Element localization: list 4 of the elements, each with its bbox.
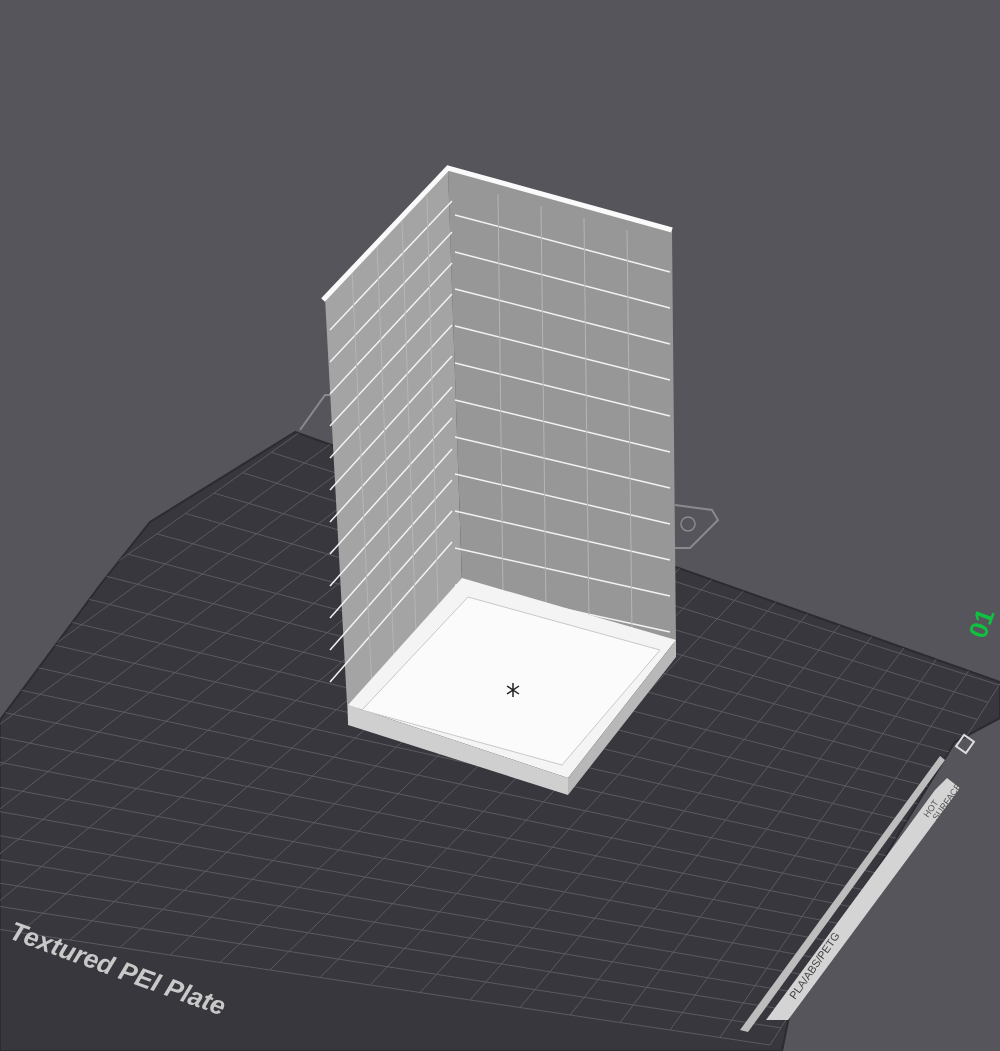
asterisk-icon (506, 682, 520, 698)
bed-marking-icon (674, 504, 720, 549)
plate-corner-icon (954, 733, 976, 755)
plate-number: 01 (962, 604, 1000, 643)
